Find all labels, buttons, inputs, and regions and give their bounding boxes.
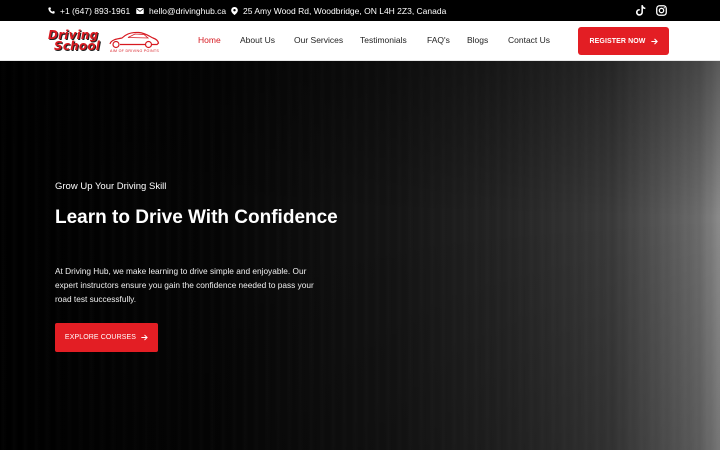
instagram-link[interactable]	[655, 4, 668, 17]
tiktok-link[interactable]	[634, 4, 647, 17]
location-pin-icon	[231, 6, 238, 15]
register-now-label: REGISTER NOW	[589, 37, 646, 45]
top-bar: +1 (647) 893-1961 hello@drivinghub.ca 25…	[0, 0, 720, 21]
tiktok-icon	[635, 5, 645, 16]
nav-item-blogs[interactable]: Blogs	[467, 35, 488, 45]
email-icon	[136, 7, 144, 14]
arrow-right-icon	[650, 38, 658, 44]
nav-item-home[interactable]: Home	[198, 35, 221, 45]
email-contact[interactable]: hello@drivinghub.ca	[136, 0, 226, 21]
phone-contact[interactable]: +1 (647) 893-1961	[48, 0, 130, 21]
hero-background-overlay	[0, 61, 720, 450]
instagram-icon	[656, 5, 667, 16]
hero-section: Grow Up Your Driving Skill Learn to Driv…	[0, 61, 720, 450]
main-navbar: Driving School AIM OF DRIVING POINTS Hom…	[0, 21, 720, 61]
explore-courses-button[interactable]: EXPLORE COURSES	[55, 323, 158, 352]
nav-item-testimonials[interactable]: Testimonials	[360, 35, 407, 45]
arrow-right-icon	[141, 334, 148, 341]
explore-courses-label: EXPLORE COURSES	[64, 334, 137, 341]
hero-eyebrow: Grow Up Your Driving Skill	[55, 181, 167, 192]
register-now-button[interactable]: REGISTER NOW	[578, 27, 669, 55]
nav-item-our-services[interactable]: Our Services	[294, 35, 343, 45]
address-contact: 25 Amy Wood Rd, Woodbridge, ON L4H 2Z3, …	[231, 0, 446, 21]
nav-item-contact-us[interactable]: Contact Us	[508, 35, 550, 45]
hero-title: Learn to Drive With Confidence	[55, 207, 338, 228]
address-text: 25 Amy Wood Rd, Woodbridge, ON L4H 2Z3, …	[243, 5, 447, 16]
hero-description: At Driving Hub, we make learning to driv…	[55, 266, 314, 304]
site-logo[interactable]: Driving School AIM OF DRIVING POINTS	[48, 28, 163, 54]
email-address: hello@drivinghub.ca	[149, 5, 227, 16]
logo-tagline: AIM OF DRIVING POINTS	[110, 49, 160, 53]
nav-item-about-us[interactable]: About Us	[240, 35, 275, 45]
phone-icon	[48, 7, 55, 14]
car-outline-icon	[109, 31, 160, 49]
phone-number: +1 (647) 893-1961	[60, 5, 131, 16]
logo-line-2: School	[54, 39, 101, 53]
nav-item-faqs[interactable]: FAQ's	[427, 35, 450, 45]
